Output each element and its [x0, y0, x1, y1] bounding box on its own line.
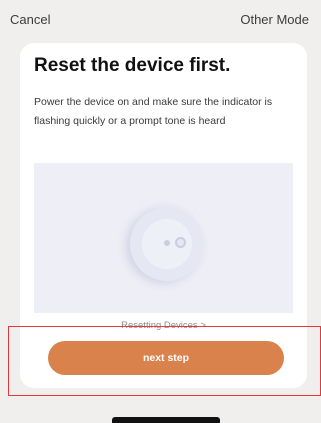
top-bar: Cancel Other Mode — [0, 0, 321, 34]
cancel-button[interactable]: Cancel — [10, 12, 50, 27]
reset-device-screen: Cancel Other Mode Reset the device first… — [0, 0, 321, 423]
device-illustration — [34, 163, 293, 313]
indicator-light-icon — [164, 240, 170, 246]
device-icon — [130, 207, 204, 281]
other-mode-button[interactable]: Other Mode — [240, 12, 309, 27]
page-title: Reset the device first. — [34, 55, 231, 76]
next-step-button[interactable]: next step — [48, 341, 284, 375]
home-indicator — [112, 417, 220, 423]
instruction-text: Power the device on and make sure the in… — [34, 96, 273, 127]
reset-button-icon — [175, 237, 186, 248]
